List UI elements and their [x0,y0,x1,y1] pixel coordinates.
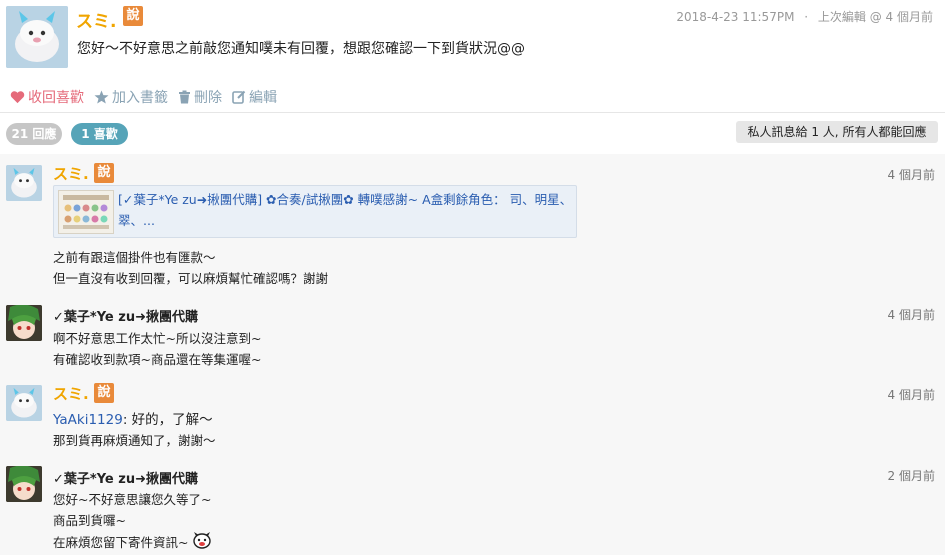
post-author-name[interactable]: スミ. [76,7,116,32]
meta-separator: · [804,10,809,24]
trash-icon [178,90,191,104]
post-actions: 收回喜歡 加入書籤 刪除 編輯 [10,87,277,107]
comment-time[interactable]: 4 個月前 [888,166,935,183]
commenter-avatar[interactable] [6,165,42,201]
commenter-avatar[interactable] [6,305,42,341]
author-avatar[interactable] [6,6,68,68]
star-icon [94,90,109,104]
comment-text: 之前有跟這個掛件也有匯款～ [53,250,216,265]
link-thumbnail [58,190,114,234]
post-datetime[interactable]: 2018-4-23 11:57PM [676,10,794,24]
likes-count-pill[interactable]: 1 喜歡 [71,123,128,145]
comment-author[interactable]: スミ. [53,163,89,184]
comment-text: YaAki1129: 好的，了解～ [53,408,213,428]
comment-line: 在麻煩您留下寄件資訊~ [53,531,212,552]
replies-count-pill[interactable]: 21 回應 [6,123,62,145]
comment-text: 您好~不好意思讓您久等了~ [53,492,212,507]
delete-button[interactable]: 刪除 [178,87,222,107]
delete-label: 刪除 [194,90,222,106]
comment-author[interactable]: ✓葉子*Ye zu➜揪團代購 [53,468,198,487]
comment-text: 商品到貨囉~ [53,513,126,528]
divider [0,112,945,113]
edit-label: 編輯 [249,90,277,106]
edit-button[interactable]: 編輯 [232,87,277,107]
comment-author[interactable]: スミ. [53,383,89,404]
unlike-button[interactable]: 收回喜歡 [10,87,84,107]
commenter-avatar[interactable] [6,385,42,421]
post-text: 您好～不好意思之前敲您通知噗未有回覆，想跟您確認一下到貨狀況@@ [77,41,525,57]
mention-reply-text: : 好的，了解～ [122,412,213,428]
comment-text: 有確認收到款項~商品還在等集運喔~ [53,352,262,367]
edit-meta: 上次編輯 @ 4 個月前 [817,10,933,24]
comment-time[interactable]: 2 個月前 [888,467,935,484]
link-preview-card[interactable]: [✓葉子*Ye zu➜揪團代購] ✿合奏/試揪團✿ 轉噗感謝~ A盒剩餘角色： … [53,185,577,238]
edit-icon [232,90,246,104]
private-notice: 私人訊息給 1 人, 所有人都能回應 [736,121,938,143]
comment-text: 在麻煩您留下寄件資訊~ [53,535,189,550]
comment-text: 但一直沒有收到回覆，可以麻煩幫忙確認嗎？謝謝 [53,271,329,286]
unlike-label: 收回喜歡 [28,90,84,106]
bookmark-label: 加入書籤 [112,90,168,106]
user-mention[interactable]: YaAki1129 [53,412,123,428]
comment-author[interactable]: ✓葉子*Ye zu➜揪團代購 [53,306,198,325]
bookmark-button[interactable]: 加入書籤 [94,87,168,107]
link-title[interactable]: [✓葉子*Ye zu➜揪團代購] ✿合奏/試揪團✿ 轉噗感謝~ A盒剩餘角色： … [118,189,574,231]
comment-text: 那到貨再麻煩通知了，謝謝～ [53,433,216,448]
say-badge: 說 [123,6,143,26]
heart-icon [10,90,25,104]
commenter-avatar[interactable] [6,466,42,502]
say-badge: 說 [94,163,114,183]
emoticon-icon [192,531,212,552]
comment-time[interactable]: 4 個月前 [888,386,935,403]
post-meta: 2018-4-23 11:57PM · 上次編輯 @ 4 個月前 [676,8,933,25]
say-badge: 說 [94,383,114,403]
comment-text: 啊不好意思工作太忙~所以沒注意到~ [53,331,262,346]
comment-time[interactable]: 4 個月前 [888,306,935,323]
